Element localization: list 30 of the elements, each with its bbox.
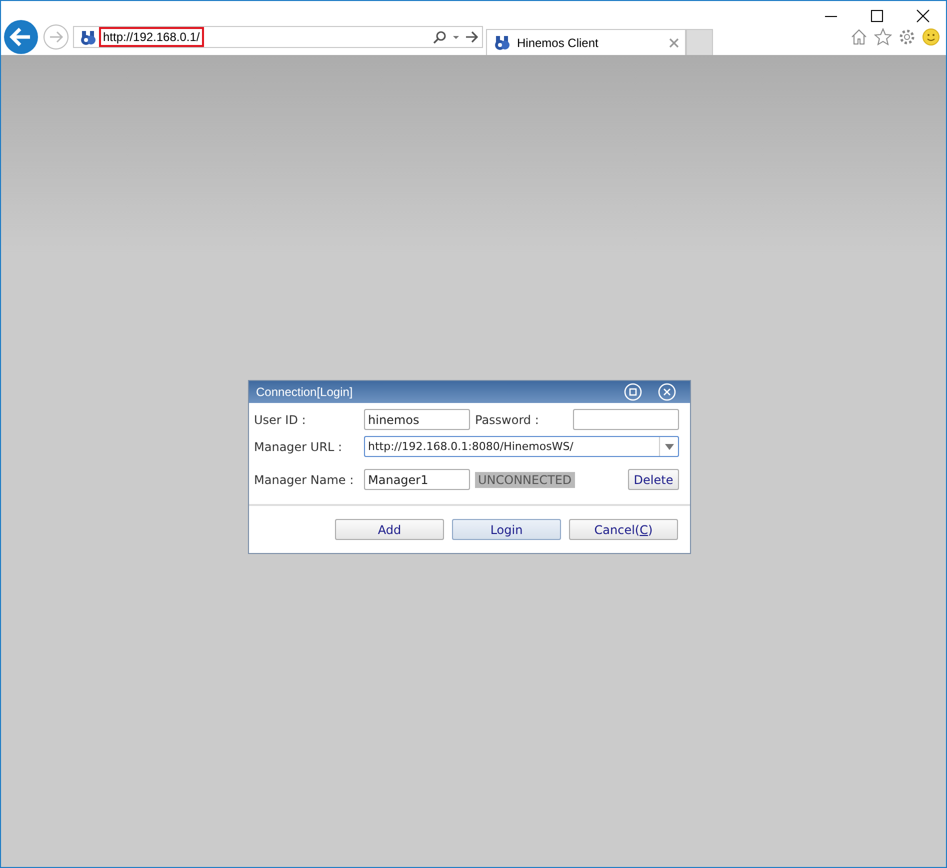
field-label: Password : — [474, 412, 540, 426]
field-label: User ID : — [254, 412, 307, 426]
input-field[interactable]: hinemos — [364, 409, 470, 430]
field-label: Manager URL : — [254, 440, 344, 454]
address-text[interactable]: http://192.168.0.1/ — [99, 27, 204, 47]
smiley-icon[interactable] — [922, 28, 940, 46]
close-icon[interactable] — [916, 9, 930, 23]
cancel-button[interactable]: Cancel(C) — [569, 519, 678, 540]
address-bar[interactable]: http://192.168.0.1/ — [73, 26, 483, 48]
input-field[interactable]: Manager1 — [364, 469, 470, 490]
site-icon[interactable] — [493, 34, 511, 51]
login-button[interactable]: Login — [452, 519, 561, 540]
back-icon[interactable] — [3, 19, 39, 55]
home-icon[interactable] — [850, 28, 868, 46]
browser-tab[interactable]: Hinemos Client — [486, 29, 686, 55]
connection-status: UNCONNECTED — [475, 472, 575, 488]
site-icon[interactable] — [79, 28, 97, 46]
settings-icon[interactable] — [898, 28, 916, 46]
input-field[interactable] — [573, 409, 679, 430]
search-icon[interactable] — [433, 30, 447, 44]
maximize-icon[interactable] — [870, 9, 884, 23]
field-label: Manager Name : — [254, 472, 355, 486]
dropdown-caret-icon[interactable] — [664, 444, 674, 450]
tab-title[interactable]: Hinemos Client — [517, 36, 663, 50]
dialog-title: Connection[Login] — [256, 385, 353, 399]
url-dropdown[interactable]: http://192.168.0.1:8080/HinemosWS/ — [364, 436, 679, 457]
star-icon[interactable] — [874, 28, 892, 46]
delete-button[interactable]: Delete — [628, 469, 679, 490]
add-button[interactable]: Add — [335, 519, 444, 540]
arrow-icon[interactable] — [465, 30, 478, 44]
